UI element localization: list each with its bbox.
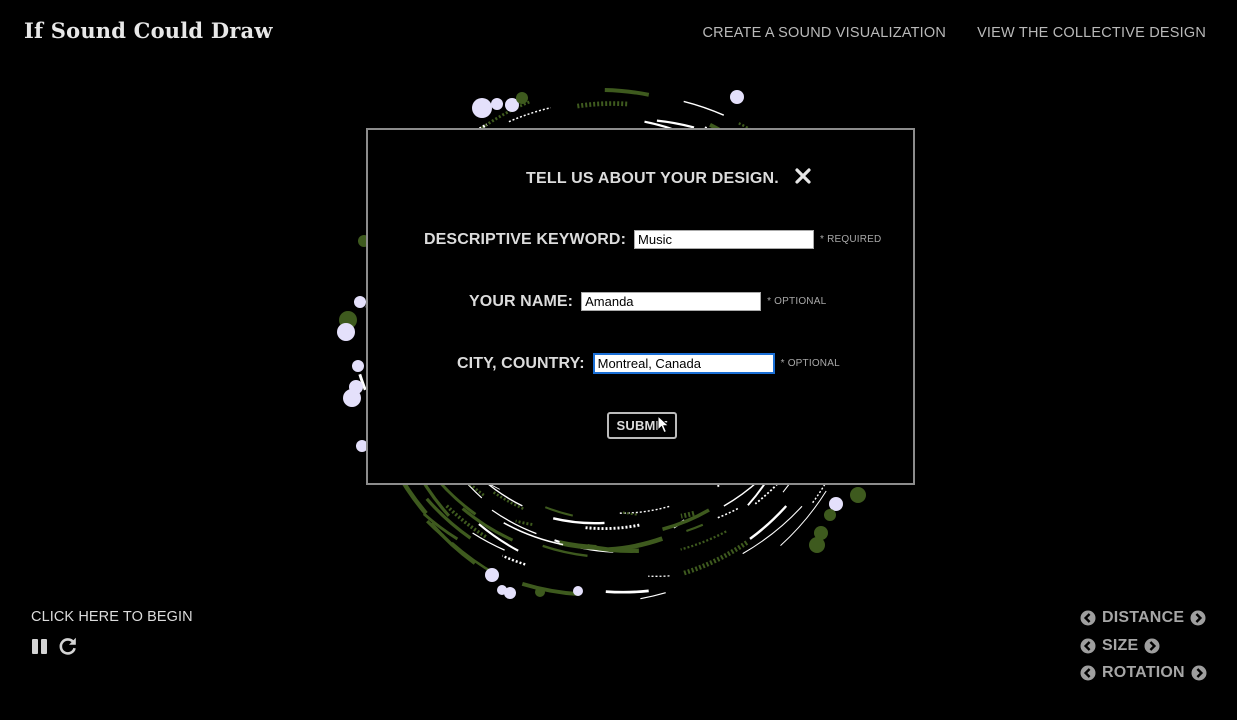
sound-dot <box>491 98 503 110</box>
city-label: CITY, COUNTRY: <box>457 354 585 372</box>
name-row: YOUR NAME: * OPTIONAL <box>469 292 826 311</box>
distance-increase-icon[interactable] <box>1190 610 1206 626</box>
sound-dot <box>829 497 843 511</box>
keyword-row: DESCRIPTIVE KEYWORD: * REQUIRED <box>424 230 881 249</box>
distance-label: DISTANCE <box>1102 609 1185 626</box>
name-input[interactable] <box>581 292 762 311</box>
replay-icon[interactable] <box>58 636 78 656</box>
sound-dot <box>730 90 744 104</box>
sound-dot <box>472 98 492 118</box>
sound-dot <box>850 487 866 503</box>
pause-icon[interactable] <box>31 638 48 655</box>
size-label: SIZE <box>1102 637 1139 654</box>
size-control: SIZE <box>1080 637 1160 655</box>
sound-dot <box>354 296 366 308</box>
sound-dot <box>573 586 583 596</box>
rotation-control: ROTATION <box>1080 664 1207 682</box>
rotation-decrease-icon[interactable] <box>1080 665 1096 681</box>
sound-dot <box>535 587 545 597</box>
sound-dot <box>814 526 828 540</box>
modal-title: TELL US ABOUT YOUR DESIGN. <box>526 170 779 187</box>
size-increase-icon[interactable] <box>1144 638 1160 654</box>
click-to-begin[interactable]: CLICK HERE TO BEGIN <box>31 609 193 625</box>
distance-control: DISTANCE <box>1080 609 1206 627</box>
rotation-label: ROTATION <box>1102 664 1185 681</box>
close-icon[interactable] <box>792 165 814 187</box>
sound-dot <box>352 360 364 372</box>
keyword-input[interactable] <box>634 230 815 249</box>
distance-decrease-icon[interactable] <box>1080 610 1096 626</box>
sound-dot <box>516 92 528 104</box>
submit-button[interactable]: SUBMIT <box>607 412 677 439</box>
sound-dot <box>504 587 516 599</box>
sound-dot <box>343 389 361 407</box>
name-label: YOUR NAME: <box>469 292 574 310</box>
rotation-increase-icon[interactable] <box>1191 665 1207 681</box>
city-optional-note: * OPTIONAL <box>780 358 840 369</box>
sound-dot <box>485 568 499 582</box>
keyword-required-note: * REQUIRED <box>820 234 882 245</box>
keyword-label: DESCRIPTIVE KEYWORD: <box>424 230 627 248</box>
city-row: CITY, COUNTRY: * OPTIONAL <box>457 353 840 374</box>
sound-dot <box>337 323 355 341</box>
sound-dot <box>824 509 836 521</box>
city-country-input[interactable] <box>592 353 775 374</box>
name-optional-note: * OPTIONAL <box>767 296 827 307</box>
size-decrease-icon[interactable] <box>1080 638 1096 654</box>
design-info-modal: TELL US ABOUT YOUR DESIGN. DESCRIPTIVE K… <box>366 128 915 485</box>
